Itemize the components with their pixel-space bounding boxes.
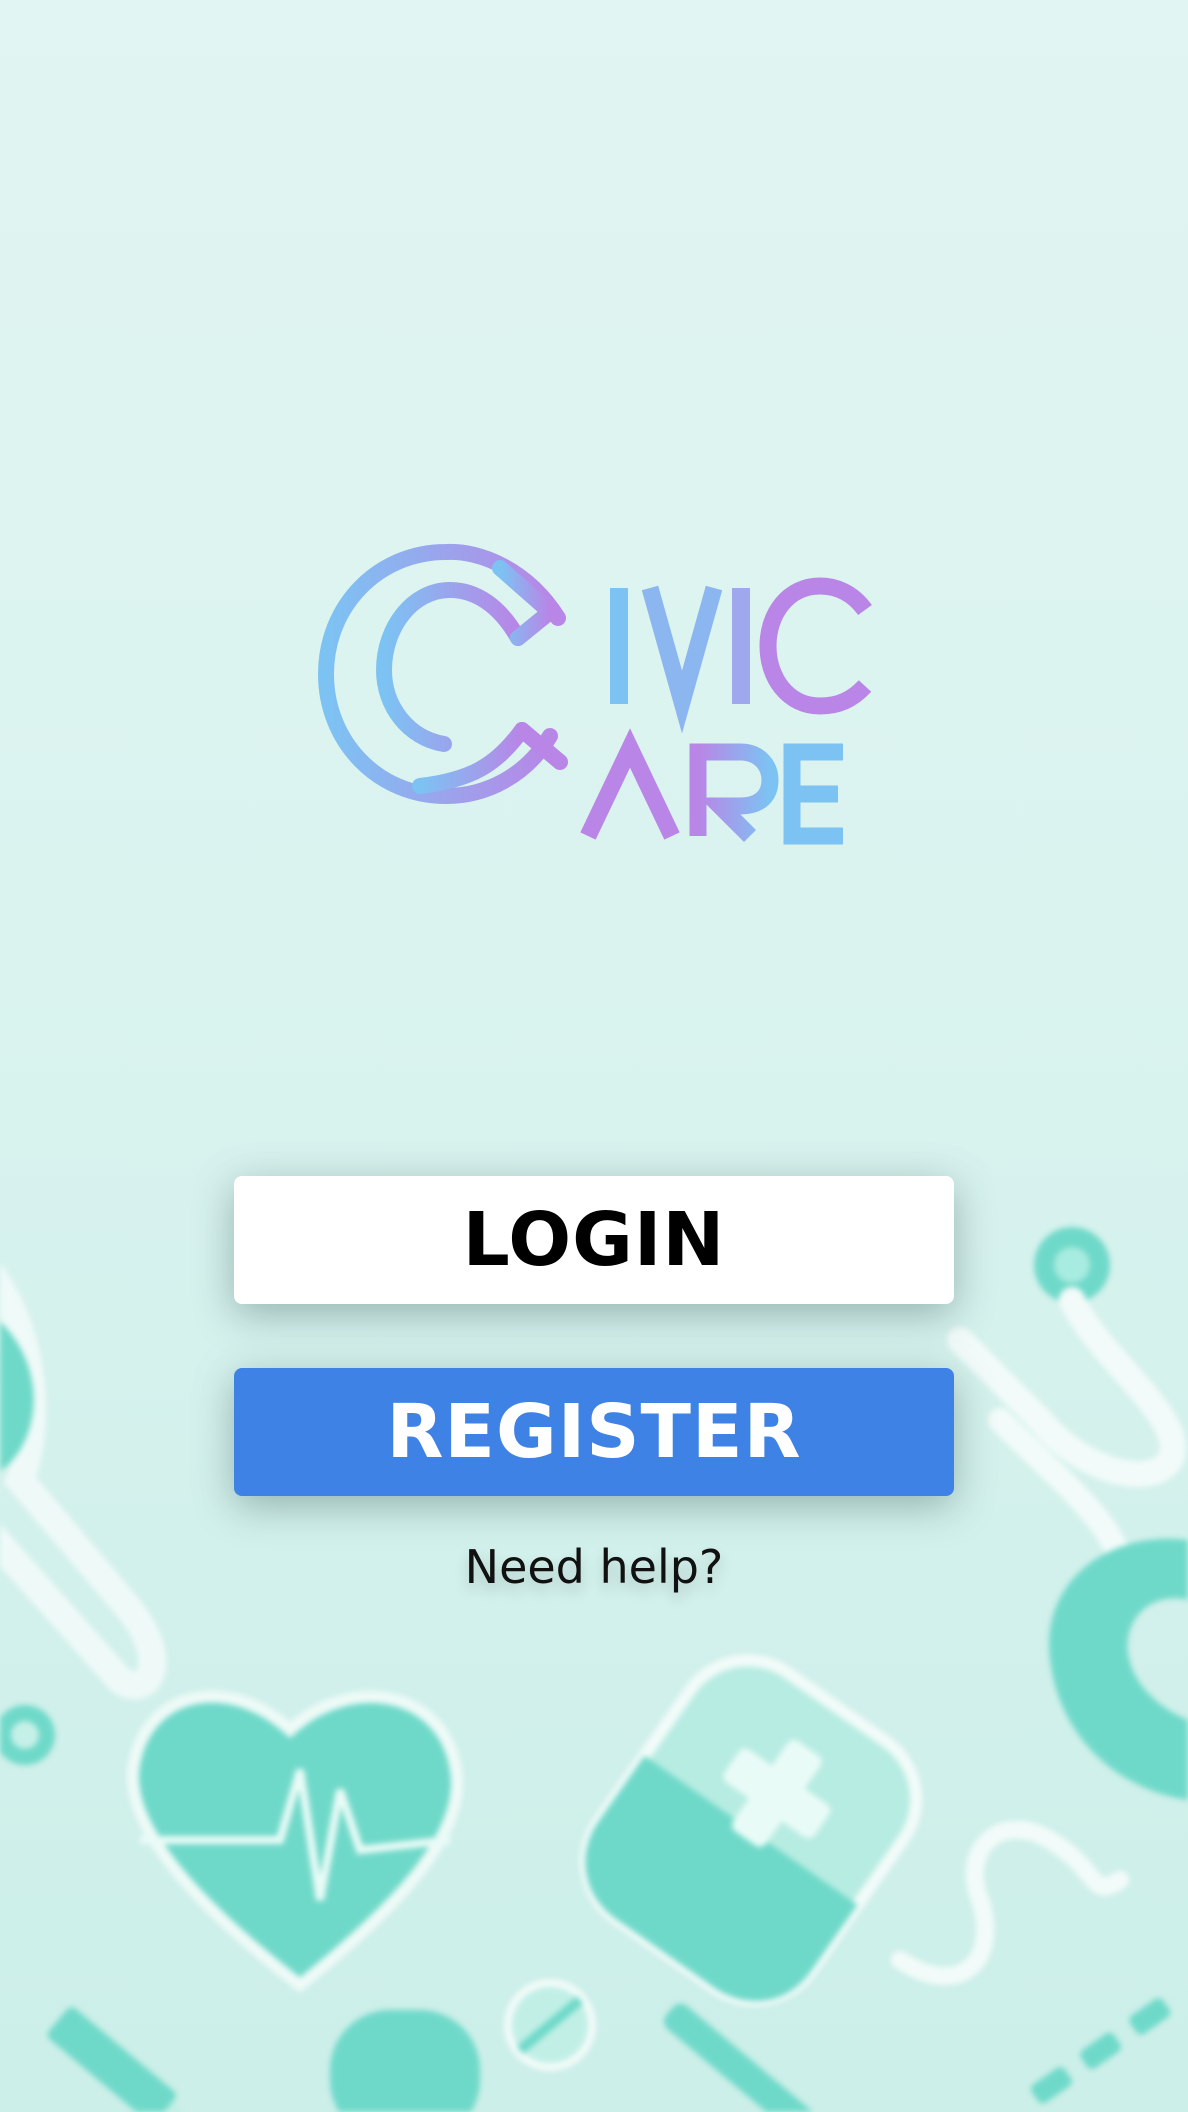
stethoscope-left-icon [0,1262,167,1700]
need-help-link[interactable]: Need help? [234,1540,954,1594]
dashed-decoration [1031,1998,1171,2104]
stethoscope-right-icon [947,1227,1188,1800]
heart-pulse-icon [127,1690,463,1993]
register-button[interactable]: REGISTER [234,1368,954,1496]
syringe-icon [47,2007,203,2112]
civic-care-logo [317,543,872,845]
pill-icon [330,1979,596,2112]
medicine-bag-icon [579,1654,923,2007]
login-button[interactable]: LOGIN [234,1176,954,1304]
tool-decoration [664,2003,814,2112]
tube-decoration [891,1820,1129,1986]
background-medical-pattern [0,1227,1188,2112]
